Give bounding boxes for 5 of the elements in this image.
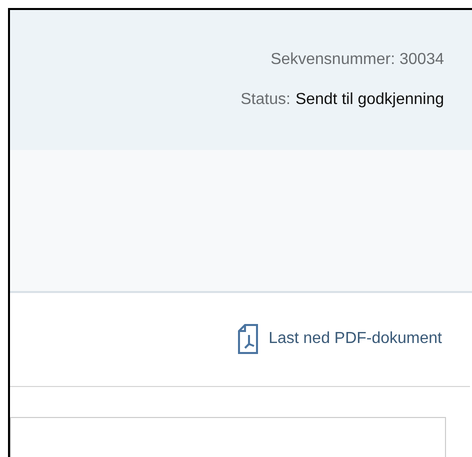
status-value: Sendt til godkjenning	[295, 90, 444, 110]
status-label: Status:	[240, 90, 290, 110]
pdf-file-icon	[236, 323, 261, 356]
download-pdf-link[interactable]: Last ned PDF-dokument	[236, 323, 442, 356]
sequence-number: Sekvensnummer: 30034	[270, 50, 444, 70]
